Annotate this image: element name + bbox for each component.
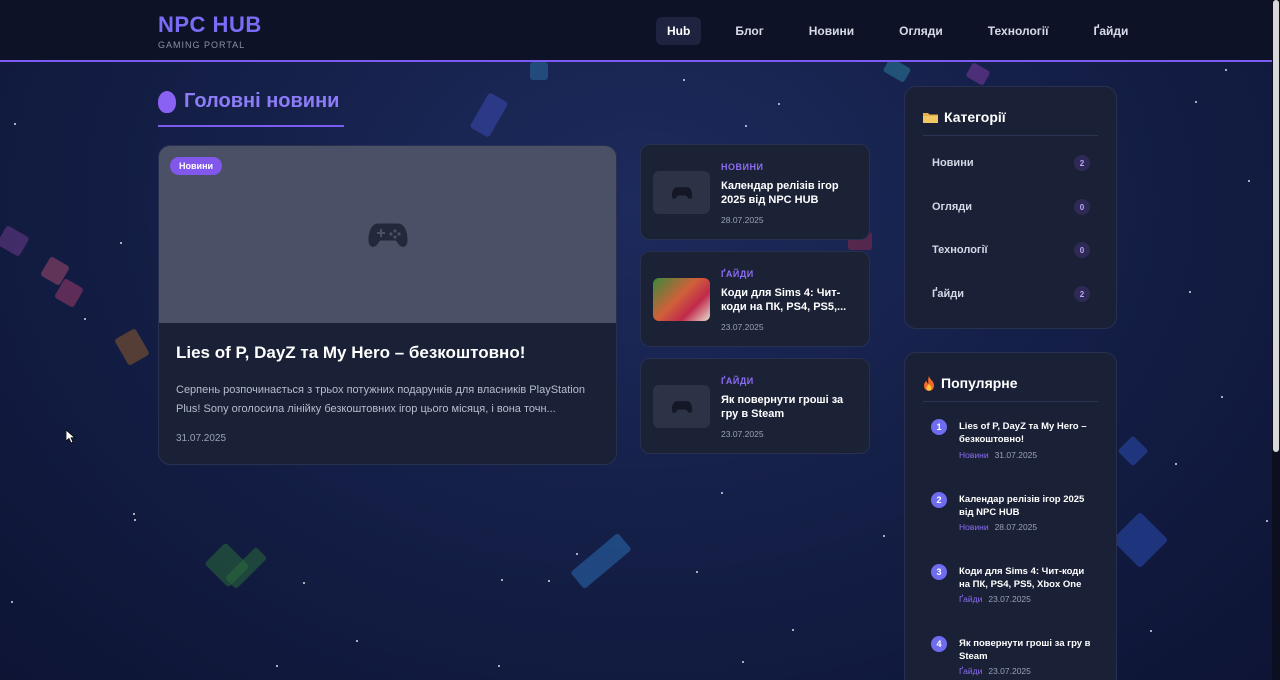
category-name: Огляди (932, 201, 973, 213)
nav-tech[interactable]: Технології (977, 17, 1060, 45)
featured-badge[interactable]: Новини (170, 157, 223, 175)
site-logo[interactable]: NPC HUB GAMING PORTAL (158, 12, 262, 50)
fire-icon (924, 375, 934, 391)
nav-guides[interactable]: Ґайди (1082, 17, 1139, 45)
card-category[interactable]: ҐАЙДИ (721, 376, 754, 386)
popular-item-category[interactable]: Новини (959, 450, 989, 460)
category-count: 2 (1074, 155, 1090, 171)
card-thumbnail-image (653, 278, 710, 321)
gamepad-icon (367, 223, 408, 247)
egg-icon (158, 90, 176, 113)
popular-item-title[interactable]: Lies of P, DayZ та My Hero – безкоштовно… (959, 420, 1091, 446)
featured-image: Новини (159, 146, 616, 323)
section-title: Головні новини (184, 90, 340, 112)
category-item[interactable]: Технології 0 (932, 242, 1090, 258)
popular-item-category[interactable]: Ґайди (959, 666, 982, 676)
scrollbar-thumb[interactable] (1273, 0, 1279, 452)
card-title[interactable]: Коди для Sims 4: Чит-коди на ПК, PS4, PS… (721, 286, 861, 314)
card-date: 23.07.2025 (721, 429, 764, 439)
main-nav: Hub Блог Новини Огляди Технології Ґайди (656, 17, 1162, 45)
nav-reviews[interactable]: Огляди (888, 17, 954, 45)
popular-item-date: 31.07.2025 (994, 450, 1038, 460)
article-card[interactable]: ҐАЙДИ Як повернути гроші за гру в Steam … (640, 358, 870, 454)
popular-item-title[interactable]: Як повернути гроші за гру в Steam (959, 637, 1091, 663)
featured-excerpt: Серпень розпочинається з трьох потужних … (176, 384, 585, 415)
card-category[interactable]: НОВИНИ (721, 162, 763, 172)
category-count: 2 (1074, 286, 1090, 302)
nav-hub[interactable]: Hub (656, 17, 702, 45)
featured-article[interactable]: Новини Lies of P, DayZ та My Hero – безк… (158, 145, 617, 465)
card-date: 23.07.2025 (721, 322, 764, 332)
popular-rank: 4 (931, 636, 947, 652)
popular-rank: 1 (931, 419, 947, 435)
category-name: Технології (932, 244, 988, 256)
categories-panel: Категорії Новини 2 Огляди 0 Технології 0… (904, 86, 1117, 329)
popular-item-meta: Ґайди 23.07.2025 (959, 594, 1031, 604)
featured-date: 31.07.2025 (176, 433, 227, 444)
logo-subtitle: GAMING PORTAL (158, 40, 246, 50)
popular-item-date: 23.07.2025 (988, 594, 1031, 604)
card-thumbnail (653, 171, 710, 214)
article-card[interactable]: НОВИНИ Календар релізів ігор 2025 від NP… (640, 144, 870, 240)
card-category[interactable]: ҐАЙДИ (721, 269, 754, 279)
site-header: NPC HUB GAMING PORTAL Hub Блог Новини Ог… (0, 0, 1272, 62)
popular-item-title[interactable]: Календар релізів ігор 2025 від NPC HUB (959, 493, 1091, 519)
popular-item-meta: Новини 28.07.2025 (959, 522, 1037, 532)
category-name: Новини (932, 157, 974, 169)
card-title[interactable]: Календар релізів ігор 2025 від NPC HUB (721, 179, 861, 207)
popular-title: Популярне (941, 375, 1018, 391)
gamepad-icon (671, 186, 692, 199)
popular-item-category[interactable]: Ґайди (959, 594, 982, 604)
card-date: 28.07.2025 (721, 215, 764, 225)
folder-icon (923, 113, 938, 123)
popular-item-meta: Ґайди 23.07.2025 (959, 666, 1031, 676)
gamepad-icon (671, 400, 692, 413)
logo-title: NPC HUB (158, 12, 262, 37)
category-count: 0 (1074, 242, 1090, 258)
popular-item-meta: Новини 31.07.2025 (959, 450, 1037, 460)
featured-title[interactable]: Lies of P, DayZ та My Hero – безкоштовно… (176, 343, 599, 363)
popular-rank: 2 (931, 492, 947, 508)
page-scrollbar[interactable] (1272, 0, 1280, 680)
category-count: 0 (1074, 199, 1090, 215)
section-underline (158, 125, 344, 127)
card-thumbnail (653, 385, 710, 428)
category-item[interactable]: Ґайди 2 (932, 286, 1090, 302)
categories-title: Категорії (944, 109, 1006, 125)
popular-item-title[interactable]: Коди для Sims 4: Чит-коди на ПК, PS4, PS… (959, 565, 1091, 591)
card-title[interactable]: Як повернути гроші за гру в Steam (721, 393, 861, 421)
category-name: Ґайди (932, 288, 964, 300)
nav-blog[interactable]: Блог (724, 17, 774, 45)
popular-item-date: 23.07.2025 (988, 666, 1031, 676)
mouse-cursor-icon (66, 430, 76, 444)
section-heading: Головні новини (158, 90, 339, 113)
popular-item-date: 28.07.2025 (994, 522, 1038, 532)
category-item[interactable]: Огляди 0 (932, 199, 1090, 215)
category-item[interactable]: Новини 2 (932, 155, 1090, 171)
article-card[interactable]: ҐАЙДИ Коди для Sims 4: Чит-коди на ПК, P… (640, 251, 870, 347)
popular-rank: 3 (931, 564, 947, 580)
popular-item-category[interactable]: Новини (959, 522, 989, 532)
popular-panel: Популярне 1 Lies of P, DayZ та My Hero –… (904, 352, 1117, 680)
nav-news[interactable]: Новини (798, 17, 865, 45)
